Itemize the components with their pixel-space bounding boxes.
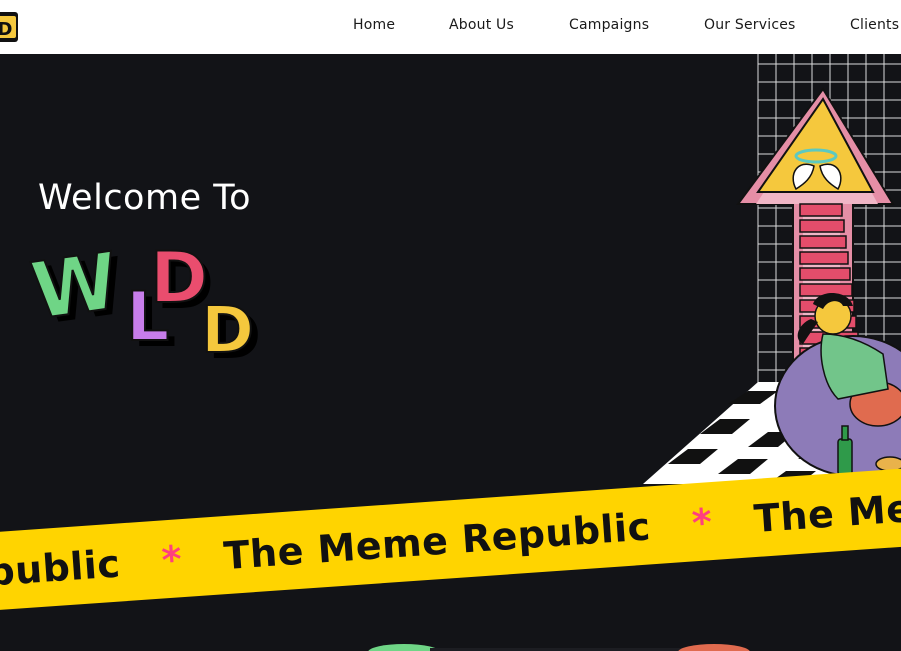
svg-text:D: D bbox=[150, 237, 208, 319]
nav-about-us[interactable]: About Us bbox=[449, 17, 514, 33]
nav-clients[interactable]: Clients bbox=[850, 17, 899, 33]
nav-our-services[interactable]: Our Services bbox=[704, 17, 796, 33]
bottom-decor bbox=[368, 644, 750, 651]
svg-text:W: W bbox=[28, 236, 124, 337]
ticker-star-icon: * bbox=[160, 537, 184, 583]
welcome-heading: Welcome To bbox=[38, 178, 252, 218]
hero-illustration bbox=[643, 54, 901, 484]
nav-home[interactable]: Home bbox=[353, 17, 395, 33]
ticker-fragment-right: The Meme bbox=[752, 481, 901, 542]
nav-campaigns[interactable]: Campaigns bbox=[569, 17, 649, 33]
ticker-fragment-left: epublic bbox=[0, 541, 122, 597]
ticker-phrase: The Meme Republic bbox=[222, 504, 653, 579]
svg-text:D: D bbox=[201, 294, 254, 368]
svg-text:D: D bbox=[0, 19, 12, 40]
top-navbar: D Home About Us Campaigns Our Services C… bbox=[0, 0, 901, 55]
ticker-star-icon: * bbox=[690, 500, 714, 546]
wldd-logo-icon[interactable]: D bbox=[0, 10, 20, 44]
wldd-wordmark: W L D D W L D D bbox=[28, 235, 261, 373]
